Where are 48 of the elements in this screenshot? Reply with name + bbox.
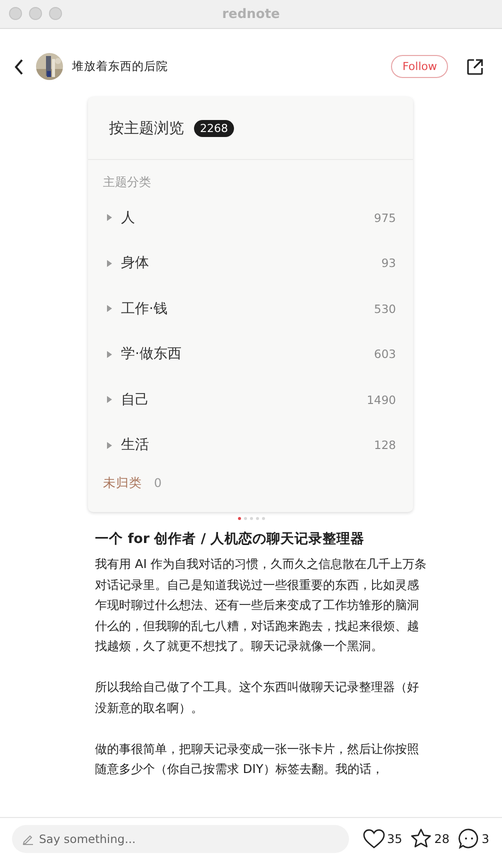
topic-count: 603	[374, 347, 396, 362]
topic-name[interactable]: 人	[121, 208, 135, 227]
count-badge: 2268	[194, 120, 234, 136]
heart-icon[interactable]	[363, 828, 385, 848]
like-count: 35	[387, 832, 402, 846]
topic-count: 975	[374, 210, 396, 225]
carousel-dot[interactable]	[262, 517, 264, 520]
carousel-dot[interactable]	[250, 517, 252, 520]
expand-triangle-icon[interactable]	[107, 396, 112, 404]
topic-count: 530	[374, 302, 396, 316]
topic-name[interactable]: 身体	[121, 254, 149, 272]
post-paragraph: 我有用 AI 作为自我对话的习惯，久而久之信息散在几千上万条对话记录里。自己是知道我说过一些很重要的东西，比如灵感乍现时聊过什么想法、还有一些后来变成了工作坊雏形的脑洞什么的，但我聊的乱七八糟，对话跑来跑去，找起来很烦、越找越烦，久了就更不想找了。聊天记录就像一个黑洞。	[95, 556, 428, 655]
back-icon[interactable]	[14, 58, 24, 74]
window-close-button[interactable]	[9, 7, 22, 20]
post-title: 一个 for 创作者 / 人机恋の聊天记录整理器	[95, 530, 366, 548]
topic-count: 1490	[366, 392, 396, 407]
window-title: rednote	[222, 6, 280, 22]
window-zoom-button[interactable]	[49, 7, 62, 20]
star-count: 28	[434, 832, 450, 846]
post-paragraph: 所以我给自己做了个工具。这个东西叫做聊天记录整理器（好没新意的取名啊）。	[95, 679, 420, 716]
author-name[interactable]: 堆放着东西的后院	[72, 59, 168, 74]
star-icon[interactable]	[410, 828, 432, 849]
expand-triangle-icon[interactable]	[107, 442, 112, 449]
topic-count: 93	[381, 256, 396, 270]
section-label: 主题分类	[103, 174, 152, 191]
topic-count: 128	[374, 438, 396, 452]
carousel-dot[interactable]	[244, 517, 246, 520]
share-icon[interactable]	[466, 58, 484, 76]
expand-triangle-icon[interactable]	[107, 214, 112, 222]
uncategorized-count: 0	[154, 476, 162, 490]
follow-button[interactable]: Follow	[391, 55, 448, 78]
card-title: 按主题浏览	[109, 118, 184, 138]
post-paragraph: 做的事很简单，把聊天记录变成一张一张卡片，然后让你按照随意多少个（你自己按需求 DIY）标签去翻。我的话，	[95, 740, 420, 778]
expand-triangle-icon[interactable]	[107, 350, 112, 358]
comment-icon[interactable]	[458, 828, 480, 849]
comment-count: 3	[482, 832, 490, 846]
topic-name[interactable]: 学·做东西	[121, 345, 182, 364]
topic-name[interactable]: 自己	[121, 390, 149, 409]
comment-field[interactable]: Say something...	[12, 824, 349, 852]
uncategorized-label[interactable]: 未归类	[103, 474, 142, 492]
carousel-dot[interactable]	[238, 517, 240, 520]
window-minimize-button[interactable]	[29, 7, 42, 20]
carousel-dot[interactable]	[256, 517, 258, 520]
expand-triangle-icon[interactable]	[107, 305, 112, 312]
pencil-icon	[22, 832, 34, 844]
topic-name[interactable]: 工作·钱	[121, 300, 168, 318]
topic-name[interactable]: 生活	[121, 436, 149, 454]
expand-triangle-icon[interactable]	[107, 260, 112, 267]
